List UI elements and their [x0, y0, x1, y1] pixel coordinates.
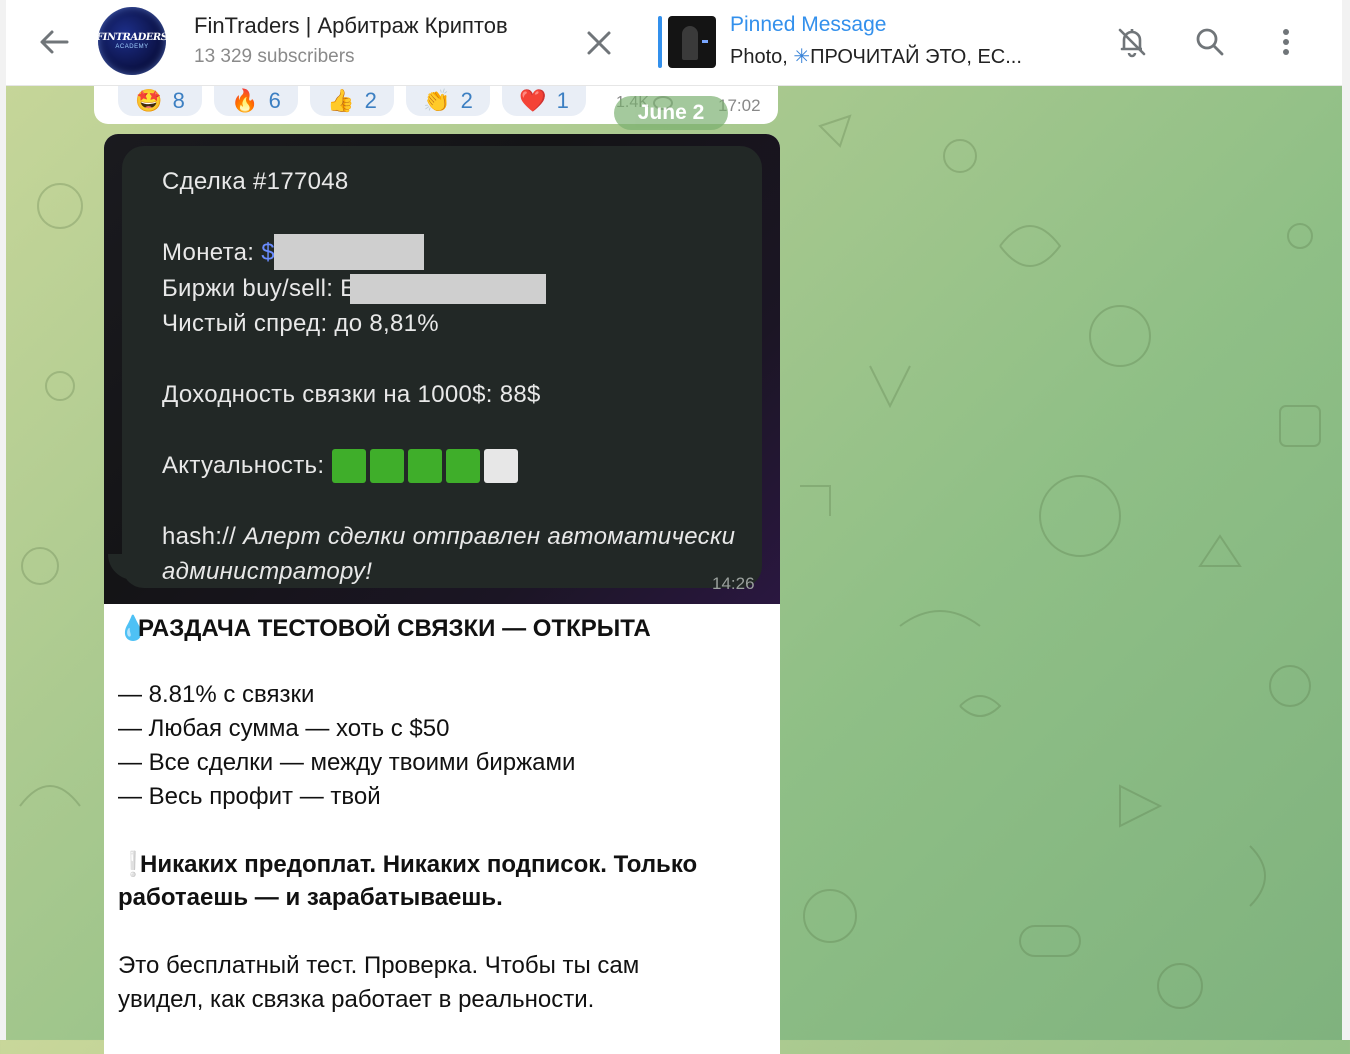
reaction-count: 1: [556, 88, 569, 113]
caption-bullet: — Любая сумма — хоть с $50: [118, 715, 450, 742]
fire-emoji: 🔥: [231, 88, 259, 113]
caption-bullet: — Все сделки — между твоими биржами: [118, 749, 576, 776]
reaction-count: 2: [460, 88, 473, 113]
pinned-message-title[interactable]: Pinned Message: [730, 13, 886, 37]
clap-emoji: 👏: [423, 88, 451, 113]
deal-title: Сделка #177048: [162, 168, 349, 195]
message-bubble[interactable]: Сделка #177048 Монета: $N Биржи buy/sell…: [104, 134, 780, 1054]
close-icon: [587, 31, 611, 55]
caption-headline: 💧РАЗДАЧА ТЕСТОВОЙ СВЯЗКИ — ОТКРЫТА: [118, 614, 651, 643]
caption-paragraph-line-1: Это бесплатный тест. Проверка. Чтобы ты …: [118, 952, 640, 979]
caption-paragraph-line-2: увидел, как связка работает в реальности…: [118, 986, 595, 1013]
window-frame-right: [1342, 0, 1350, 1040]
relevance-label: Актуальность:: [162, 452, 325, 479]
hash-prefix: hash://: [162, 523, 237, 550]
mute-button[interactable]: [1112, 22, 1152, 62]
pinned-photo-thumbnail[interactable]: [668, 16, 716, 68]
date-separator: June 2: [614, 96, 728, 130]
arrow-left-icon: [40, 30, 69, 54]
reaction-thumbs-up[interactable]: 👍 2: [310, 86, 394, 116]
pinned-preview-text: ПРОЧИТАЙ ЭТО, ЕС...: [810, 46, 1022, 68]
search-button[interactable]: [1190, 22, 1230, 62]
back-button[interactable]: [34, 24, 74, 60]
channel-title[interactable]: FinTraders | Арбитраж Криптов: [194, 13, 508, 39]
message-photo[interactable]: Сделка #177048 Монета: $N Биржи buy/sell…: [104, 134, 780, 604]
subscriber-count: 13 329 subscribers: [194, 46, 355, 67]
thumbs-up-emoji: 👍: [327, 88, 355, 113]
pinned-message-preview[interactable]: Photo, ✳ПРОЧИТАЙ ЭТО, ЕС...: [730, 44, 1022, 69]
reaction-star-struck[interactable]: 🤩 8: [118, 86, 202, 116]
droplet-icon: 💧: [118, 615, 148, 642]
heart-emoji: ❤️: [519, 88, 547, 113]
reaction-count: 6: [268, 88, 281, 113]
pinned-indicator-bar: [658, 16, 662, 68]
avatar-logo-subtext: ACADEMY: [115, 44, 149, 50]
window-frame-left: [0, 0, 6, 1040]
caption-bullet: — Весь профит — твой: [118, 783, 381, 810]
hash-line-2: администратору!: [162, 558, 373, 585]
relevance-square-filled: [446, 449, 480, 483]
exchanges-label: Биржи buy/sell:: [162, 275, 334, 302]
chat-header: FINTRADERS ACADEMY FinTraders | Арбитраж…: [6, 0, 1342, 86]
reaction-fire[interactable]: 🔥 6: [214, 86, 298, 116]
reaction-clap[interactable]: 👏 2: [406, 86, 490, 116]
reaction-count: 8: [172, 88, 185, 113]
avatar-logo-text: FINTRADERS: [98, 32, 166, 43]
notice-text: Никаких предоплат. Никаких подписок. Тол…: [140, 851, 698, 878]
more-vertical-icon: [1283, 29, 1289, 55]
relevance-square-filled: [332, 449, 366, 483]
relevance-square-empty: [484, 449, 518, 483]
channel-avatar[interactable]: FINTRADERS ACADEMY: [98, 7, 166, 75]
reaction-heart[interactable]: ❤️ 1: [502, 86, 586, 116]
spread-line: Чистый спред: до 8,81%: [162, 310, 439, 337]
reaction-count: 2: [364, 88, 377, 113]
thumbnail-accent: [702, 40, 708, 43]
redaction-block: [350, 274, 546, 304]
caption-notice-line-2: работаешь — и зарабатываешь.: [118, 884, 503, 911]
more-options-button[interactable]: [1266, 22, 1306, 62]
profit-line: Доходность связки на 1000$: 88$: [162, 381, 541, 408]
coin-line: Монета: $N: [162, 239, 293, 267]
caption-bullet: — 8.81% с связки: [118, 681, 315, 708]
caption-notice-line-1: ❕Никаких предоплат. Никаких подписок. То…: [118, 850, 697, 879]
headline-text: РАЗДАЧА ТЕСТОВОЙ СВЯЗКИ — ОТКРЫТА: [138, 615, 651, 642]
exclamation-icon: ❕: [118, 851, 148, 878]
hash-line-1: hash:// Алерт сделки отправлен автоматич…: [162, 523, 735, 551]
hash-text: Алерт сделки отправлен автоматически: [243, 523, 736, 550]
screenshot-time: 14:26: [712, 574, 755, 593]
close-button[interactable]: [582, 26, 616, 60]
thumbnail-figure: [682, 26, 698, 60]
sparkle-icon: ✳: [793, 46, 811, 68]
search-icon: [1196, 28, 1224, 56]
star-struck-emoji: 🤩: [135, 88, 163, 113]
screenshot-bubble: Сделка #177048 Монета: $N Биржи buy/sell…: [122, 146, 762, 593]
redaction-block: [274, 234, 424, 270]
relevance-square-filled: [408, 449, 442, 483]
relevance-square-filled: [370, 449, 404, 483]
exchanges-line: Биржи buy/sell: E: [162, 275, 356, 303]
pinned-preview-prefix: Photo,: [730, 46, 788, 68]
coin-label: Монета:: [162, 239, 255, 266]
bell-off-icon: [1118, 28, 1146, 58]
